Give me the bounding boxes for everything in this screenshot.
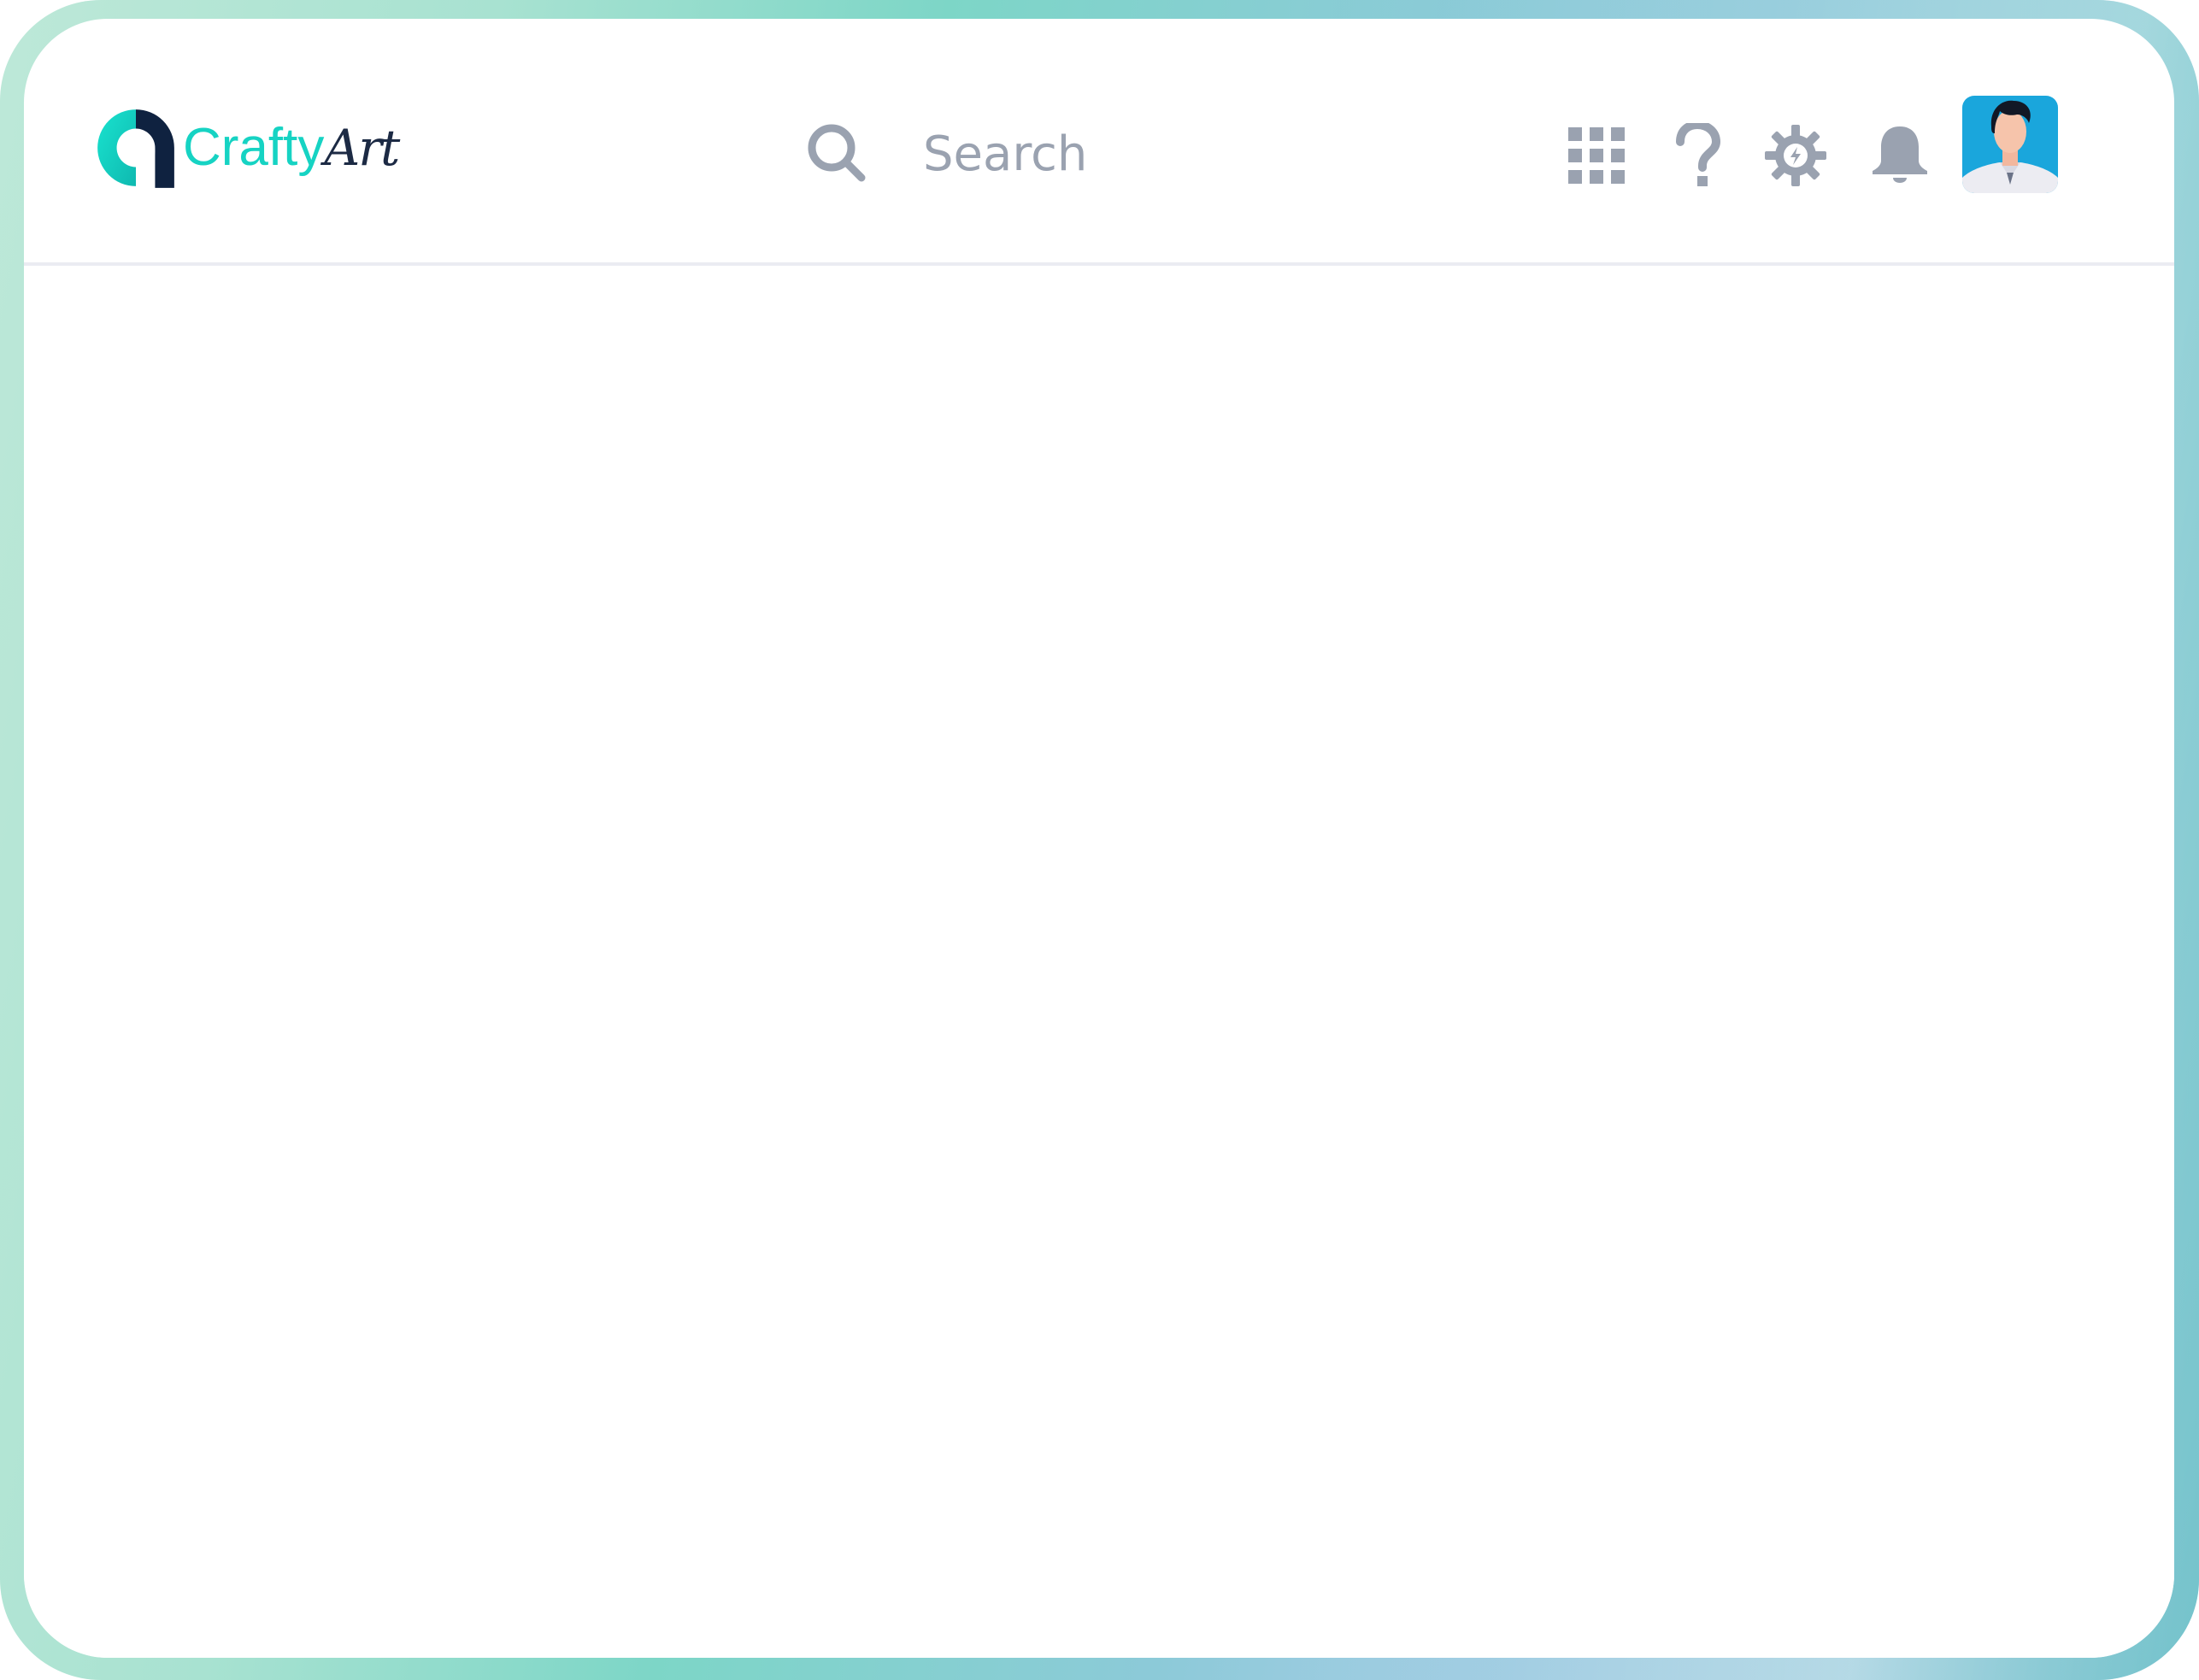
- user-avatar[interactable]: [1962, 96, 2058, 193]
- user-avatar-icon: [1962, 96, 2058, 193]
- settings-button[interactable]: [1753, 104, 1838, 207]
- logo-mark-icon: [97, 109, 174, 188]
- notifications-button[interactable]: [1857, 104, 1943, 207]
- notifications-bell-icon: [1873, 126, 1927, 183]
- logo-text-art: Art: [324, 119, 400, 177]
- apps-grid-button[interactable]: [1554, 104, 1639, 207]
- search-icon[interactable]: [803, 120, 872, 188]
- search-input[interactable]: [923, 126, 1282, 182]
- help-button[interactable]: [1655, 104, 1740, 207]
- search-bar: [803, 111, 1282, 197]
- apps-grid-icon: [1568, 127, 1625, 184]
- logo-wordmark: CraftyArt: [183, 118, 400, 177]
- settings-icon: [1765, 125, 1826, 186]
- crafty-art-logo[interactable]: CraftyArt: [92, 101, 400, 195]
- help-icon: [1676, 123, 1721, 186]
- logo-text-crafty: Crafty: [183, 118, 325, 177]
- main-content-area: [24, 269, 2174, 1658]
- top-navigation-bar: CraftyArt: [24, 19, 2174, 266]
- app-window: CraftyArt: [24, 19, 2174, 1658]
